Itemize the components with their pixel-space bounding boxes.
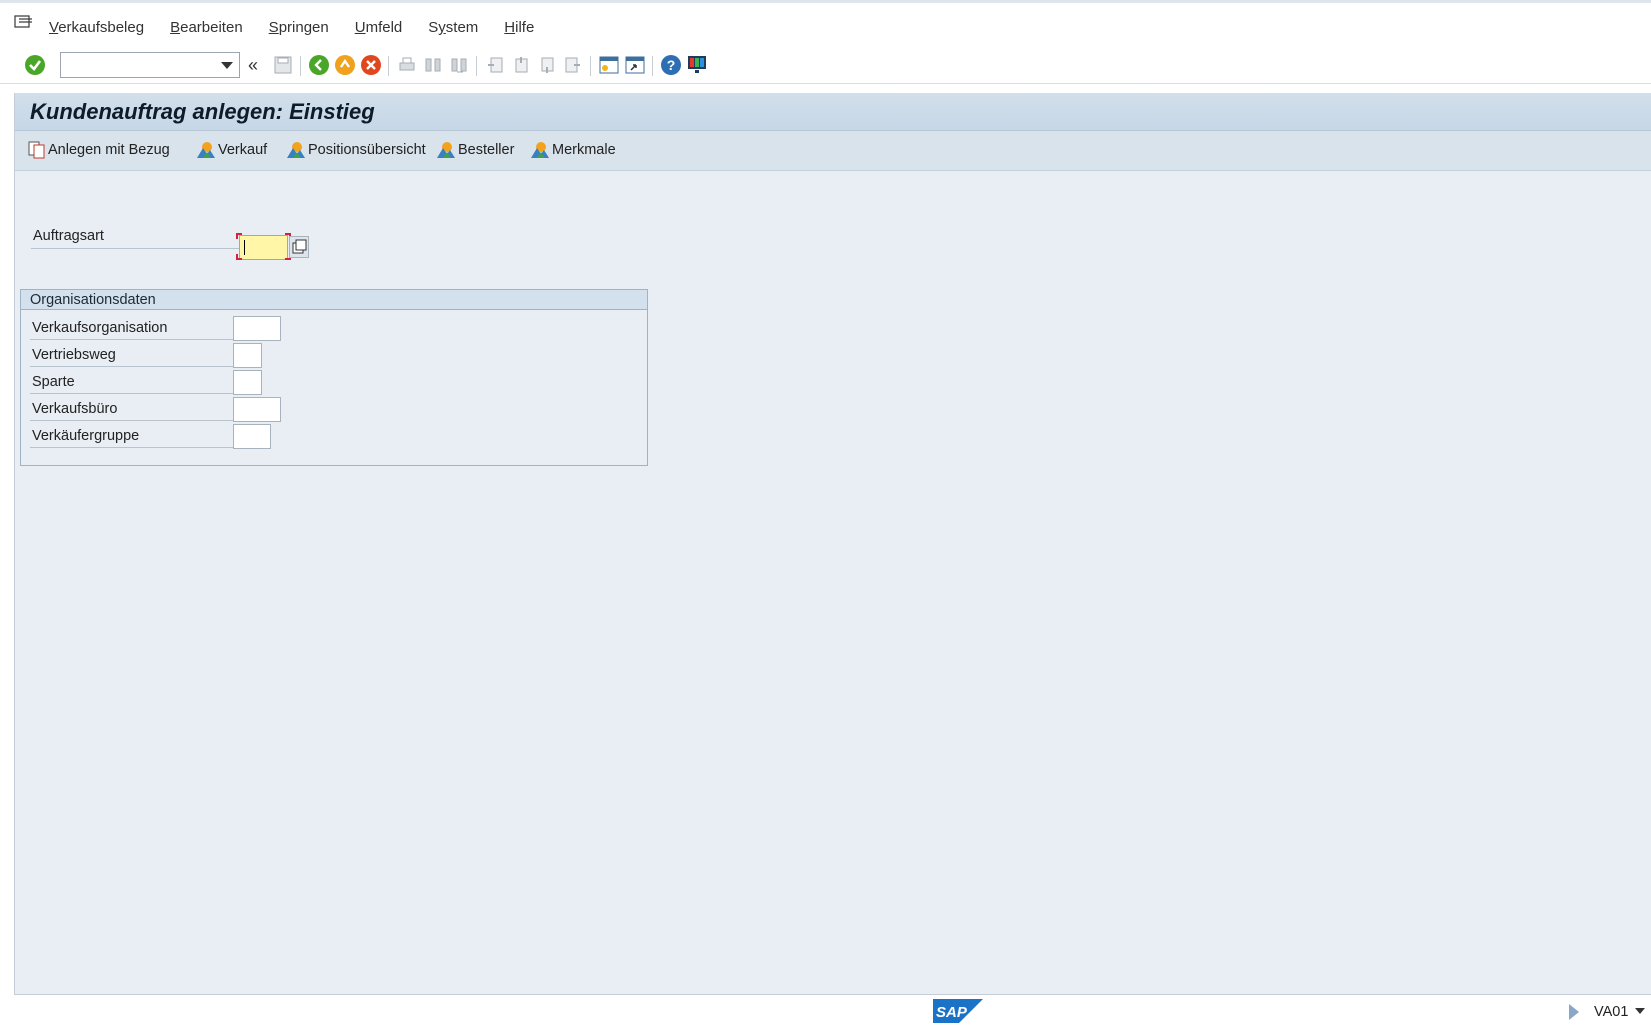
last-page-icon[interactable] (562, 54, 584, 76)
verkauf-label: Verkauf (218, 142, 268, 158)
group-title: Organisationsdaten (21, 290, 647, 310)
chevron-down-icon[interactable] (1635, 1008, 1645, 1014)
status-bar: SAP VA01 (0, 995, 1651, 1029)
transaction-code: VA01 (1594, 1004, 1629, 1020)
collapse-chevron-icon[interactable]: « (248, 55, 258, 76)
menu-item-hilfe[interactable]: Hilfe (504, 19, 534, 36)
first-page-icon[interactable] (484, 54, 506, 76)
menu-icon[interactable] (13, 14, 33, 32)
auftragsart-input[interactable] (239, 235, 288, 260)
copy-icon (28, 141, 45, 159)
cancel-icon[interactable] (360, 54, 382, 76)
title-bar: Kundenauftrag anlegen: Einstieg (15, 93, 1651, 131)
organisationsdaten-group: Organisationsdaten Verkaufsorganisation … (20, 289, 648, 466)
find-icon[interactable] (422, 54, 444, 76)
verkaufsorganisation-input[interactable] (233, 316, 281, 341)
text-cursor (244, 240, 245, 255)
menu-label-rest: erkaufsbeleg (58, 19, 145, 36)
sap-logo-text: SAP (936, 1004, 968, 1021)
chevron-down-icon[interactable] (221, 62, 233, 69)
new-session-icon[interactable] (598, 54, 620, 76)
shortcut-icon[interactable] (624, 54, 646, 76)
mountain-icon (437, 142, 455, 158)
sparte-label: Sparte (32, 374, 75, 390)
value-help-icon[interactable] (289, 236, 309, 258)
field-underline (30, 393, 240, 394)
field-underline (31, 248, 253, 249)
vertriebsweg-input[interactable] (233, 343, 262, 368)
menu-bar: Verkaufsbeleg Bearbeiten Springen Umfeld… (0, 0, 1651, 46)
toolbar-separator (652, 56, 653, 76)
save-icon[interactable] (272, 54, 294, 76)
menu-item-springen[interactable]: Springen (269, 19, 329, 36)
auftragsart-label: Auftragsart (33, 228, 104, 244)
print-icon[interactable] (396, 54, 418, 76)
mountain-icon (197, 142, 215, 158)
mountain-icon (531, 142, 549, 158)
find-next-icon[interactable] (448, 54, 470, 76)
svg-text:?: ? (667, 57, 676, 73)
vertriebsweg-label: Vertriebsweg (32, 347, 116, 363)
command-field[interactable] (60, 52, 240, 78)
main-area: Kundenauftrag anlegen: Einstieg Anlegen … (14, 93, 1651, 995)
verkaeufergruppe-label: Verkäufergruppe (32, 428, 140, 444)
toolbar-separator (476, 56, 477, 76)
system-toolbar: « ? (0, 46, 1651, 84)
sparte-input[interactable] (233, 370, 262, 395)
required-marker (236, 254, 242, 260)
field-underline (30, 366, 240, 367)
verkaufsbuero-label: Verkaufsbüro (32, 401, 118, 417)
enter-icon[interactable] (24, 54, 46, 76)
menu-item-verkaufsbeleg[interactable]: Verkaufsbeleg (49, 19, 144, 36)
merkmale-button[interactable]: Merkmale (530, 141, 616, 159)
toolbar-separator (388, 56, 389, 76)
next-page-icon[interactable] (536, 54, 558, 76)
menu-item-umfeld[interactable]: Umfeld (355, 19, 403, 36)
field-underline (30, 447, 240, 448)
required-marker (236, 233, 242, 239)
menu-item-bearbeiten[interactable]: Bearbeiten (170, 19, 243, 36)
customize-layout-icon[interactable] (686, 54, 708, 76)
toolbar-separator (590, 56, 591, 76)
page-title: Kundenauftrag anlegen: Einstieg (30, 99, 375, 124)
verkauf-button[interactable]: Verkauf (196, 141, 267, 159)
field-underline (30, 420, 240, 421)
application-toolbar: Anlegen mit Bezug Verkauf Positionsübers… (15, 131, 1651, 171)
exit-icon[interactable] (334, 54, 356, 76)
anlegen-mit-bezug-button[interactable]: Anlegen mit Bezug (28, 141, 170, 159)
anlegen-mit-bezug-label: Anlegen mit Bezug (48, 142, 170, 158)
mountain-icon (287, 142, 305, 158)
verkaeufergruppe-input[interactable] (233, 424, 271, 449)
verkaufsorganisation-label: Verkaufsorganisation (32, 320, 168, 336)
previous-page-icon[interactable] (510, 54, 532, 76)
back-icon[interactable] (308, 54, 330, 76)
positionsuebersicht-label: Positionsübersicht (308, 142, 426, 158)
sap-logo: SAP (933, 999, 983, 1023)
menu-item-system[interactable]: System (428, 19, 478, 36)
verkaufsbuero-input[interactable] (233, 397, 281, 422)
status-play-icon[interactable] (1569, 1004, 1579, 1020)
help-icon[interactable]: ? (660, 54, 682, 76)
positionsuebersicht-button[interactable]: Positionsübersicht (286, 141, 426, 159)
toolbar-separator (300, 56, 301, 76)
merkmale-label: Merkmale (552, 142, 616, 158)
besteller-button[interactable]: Besteller (436, 141, 514, 159)
besteller-label: Besteller (458, 142, 515, 158)
field-underline (30, 339, 240, 340)
